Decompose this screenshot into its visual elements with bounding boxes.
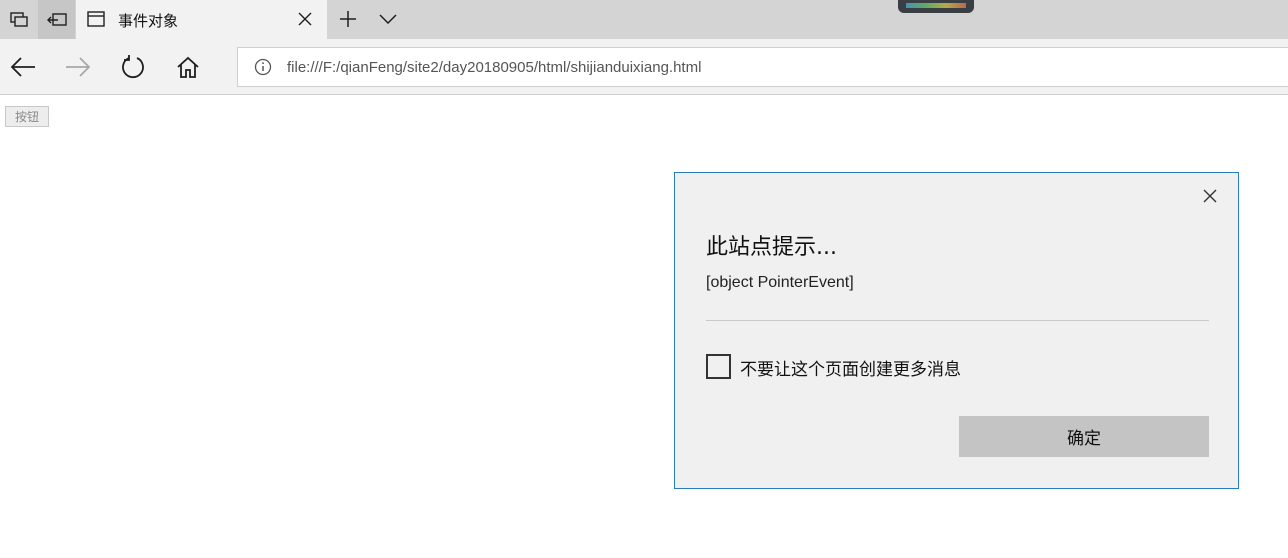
plus-icon xyxy=(340,11,356,27)
alert-dialog: 此站点提示... [object PointerEvent] 不要让这个页面创建… xyxy=(674,172,1239,489)
back-arrow-icon xyxy=(10,57,35,77)
refresh-icon xyxy=(122,55,144,78)
refresh-button[interactable] xyxy=(118,52,148,82)
tab-preview-icon xyxy=(9,11,28,27)
suppress-messages-label[interactable]: 不要让这个页面创建更多消息 xyxy=(740,355,961,380)
new-tab-button[interactable] xyxy=(336,7,360,31)
tab-list-button[interactable] xyxy=(376,8,400,30)
home-button[interactable] xyxy=(173,52,203,82)
tab-strip: 事件对象 xyxy=(0,0,1288,39)
forward-arrow-icon xyxy=(66,57,91,77)
ok-button[interactable]: 确定 xyxy=(959,416,1209,457)
set-aside-tabs-icon xyxy=(46,12,67,26)
home-icon xyxy=(177,56,199,78)
address-bar[interactable]: file:///F:/qianFeng/site2/day20180905/ht… xyxy=(237,47,1288,87)
dialog-title: 此站点提示... xyxy=(706,235,837,260)
navigation-bar: file:///F:/qianFeng/site2/day20180905/ht… xyxy=(0,39,1288,95)
address-url[interactable]: file:///F:/qianFeng/site2/day20180905/ht… xyxy=(287,59,701,76)
active-tab[interactable]: 事件对象 xyxy=(76,0,327,39)
tab-preview-button[interactable] xyxy=(0,0,37,39)
dialog-divider xyxy=(706,320,1209,321)
set-aside-tabs-button[interactable] xyxy=(38,0,75,39)
close-icon[interactable] xyxy=(298,12,312,26)
suppress-messages-checkbox[interactable] xyxy=(706,354,731,379)
info-icon[interactable] xyxy=(254,58,272,76)
back-button[interactable] xyxy=(8,52,38,82)
gadget-meter xyxy=(906,3,966,8)
dialog-message: [object PointerEvent] xyxy=(706,274,854,291)
tab-title: 事件对象 xyxy=(118,12,179,30)
forward-button[interactable] xyxy=(63,52,93,82)
page-icon xyxy=(87,11,105,27)
chevron-down-icon xyxy=(379,14,397,24)
close-icon xyxy=(1203,189,1217,203)
page-button[interactable]: 按钮 xyxy=(5,106,49,127)
system-gadget xyxy=(898,0,974,13)
dialog-close-button[interactable] xyxy=(1199,185,1221,207)
